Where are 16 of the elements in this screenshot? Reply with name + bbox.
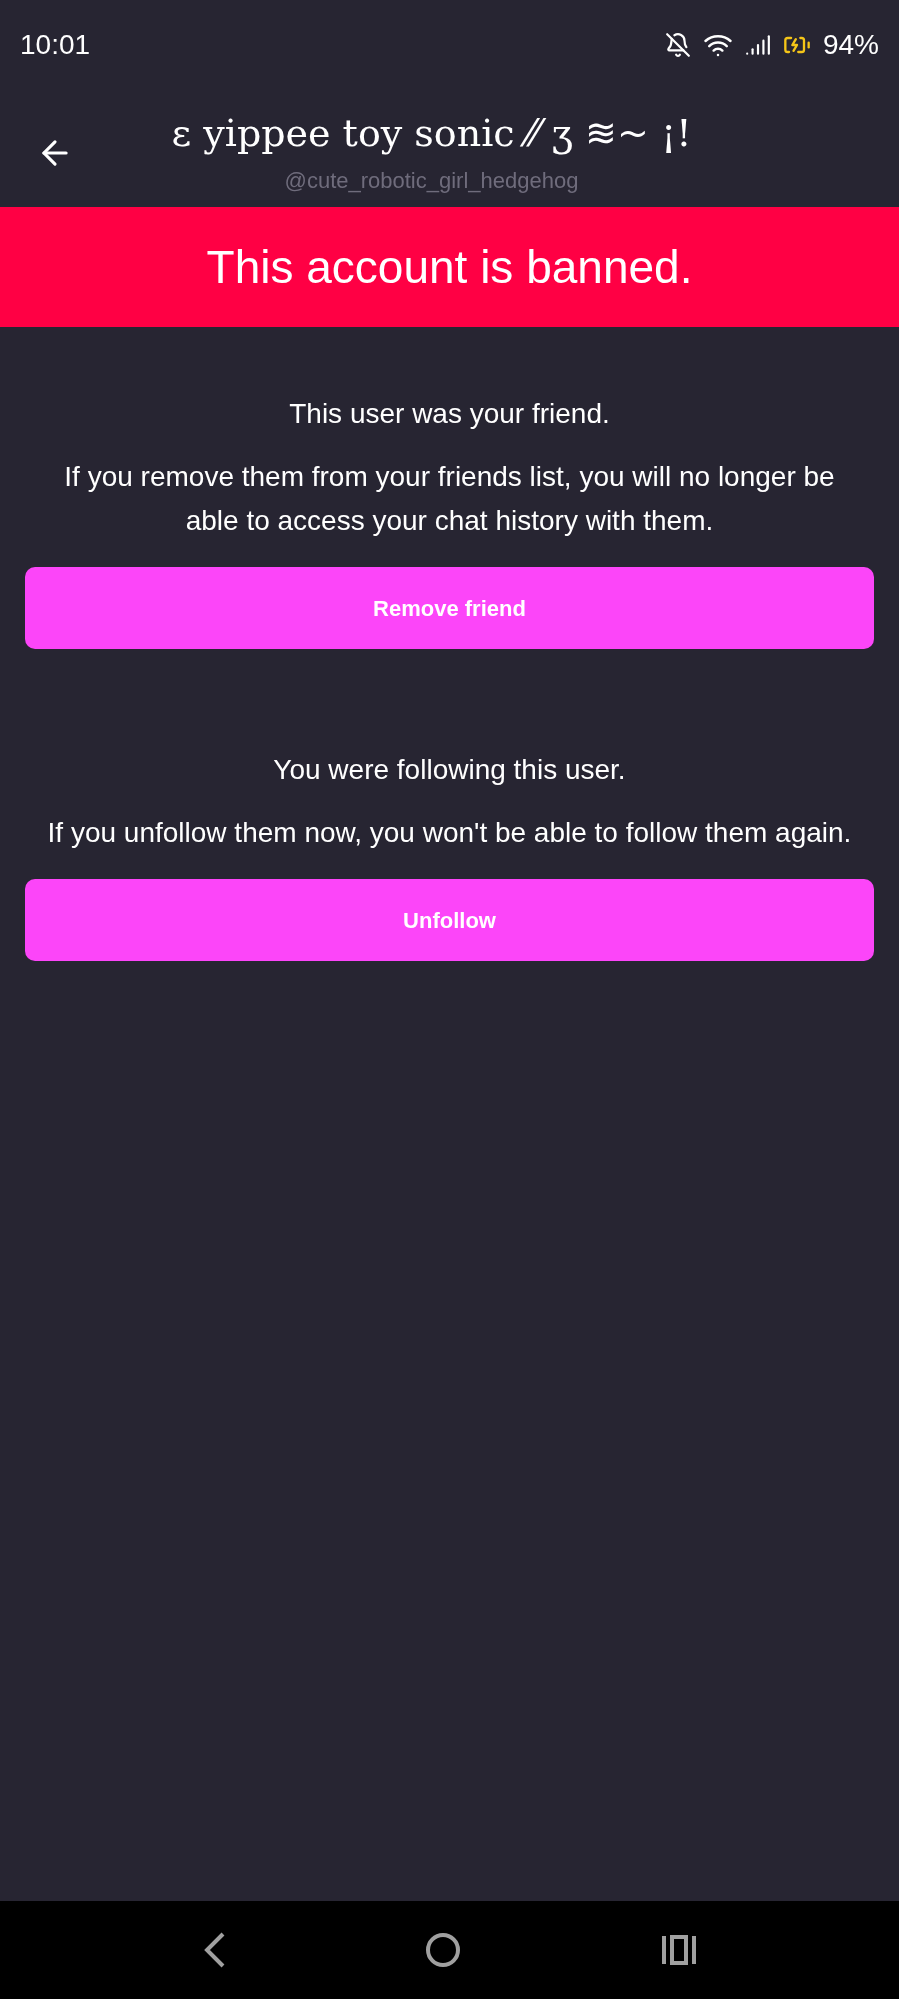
section-heading: This user was your friend.: [289, 397, 610, 431]
profile-name: ɛ yippee toy sonic ⁄⁄ ʒ ≋~ ¡!: [171, 110, 692, 157]
section-message: If you unfollow them now, you won't be able to follow them again.: [46, 816, 853, 850]
home-nav-icon[interactable]: [424, 1932, 461, 1968]
section-message: If you remove them from your friends list, you will no longer be able to access your chat history with them.: [63, 460, 836, 538]
back-nav-icon[interactable]: [202, 1932, 225, 1968]
banned-banner: This account is banned.: [0, 207, 899, 327]
recents-nav-icon[interactable]: [660, 1934, 697, 1966]
signal-icon: [744, 32, 771, 58]
action-button[interactable]: Remove friend: [25, 567, 874, 649]
battery-level: 94%: [822, 28, 879, 62]
action-button[interactable]: Unfollow: [25, 879, 874, 961]
section-heading: You were following this user.: [273, 753, 626, 787]
mute-icon: [664, 32, 691, 58]
profile-username: @cute_robotic_girl_hedgehog: [284, 166, 579, 195]
status-time: 10:01: [20, 28, 91, 62]
